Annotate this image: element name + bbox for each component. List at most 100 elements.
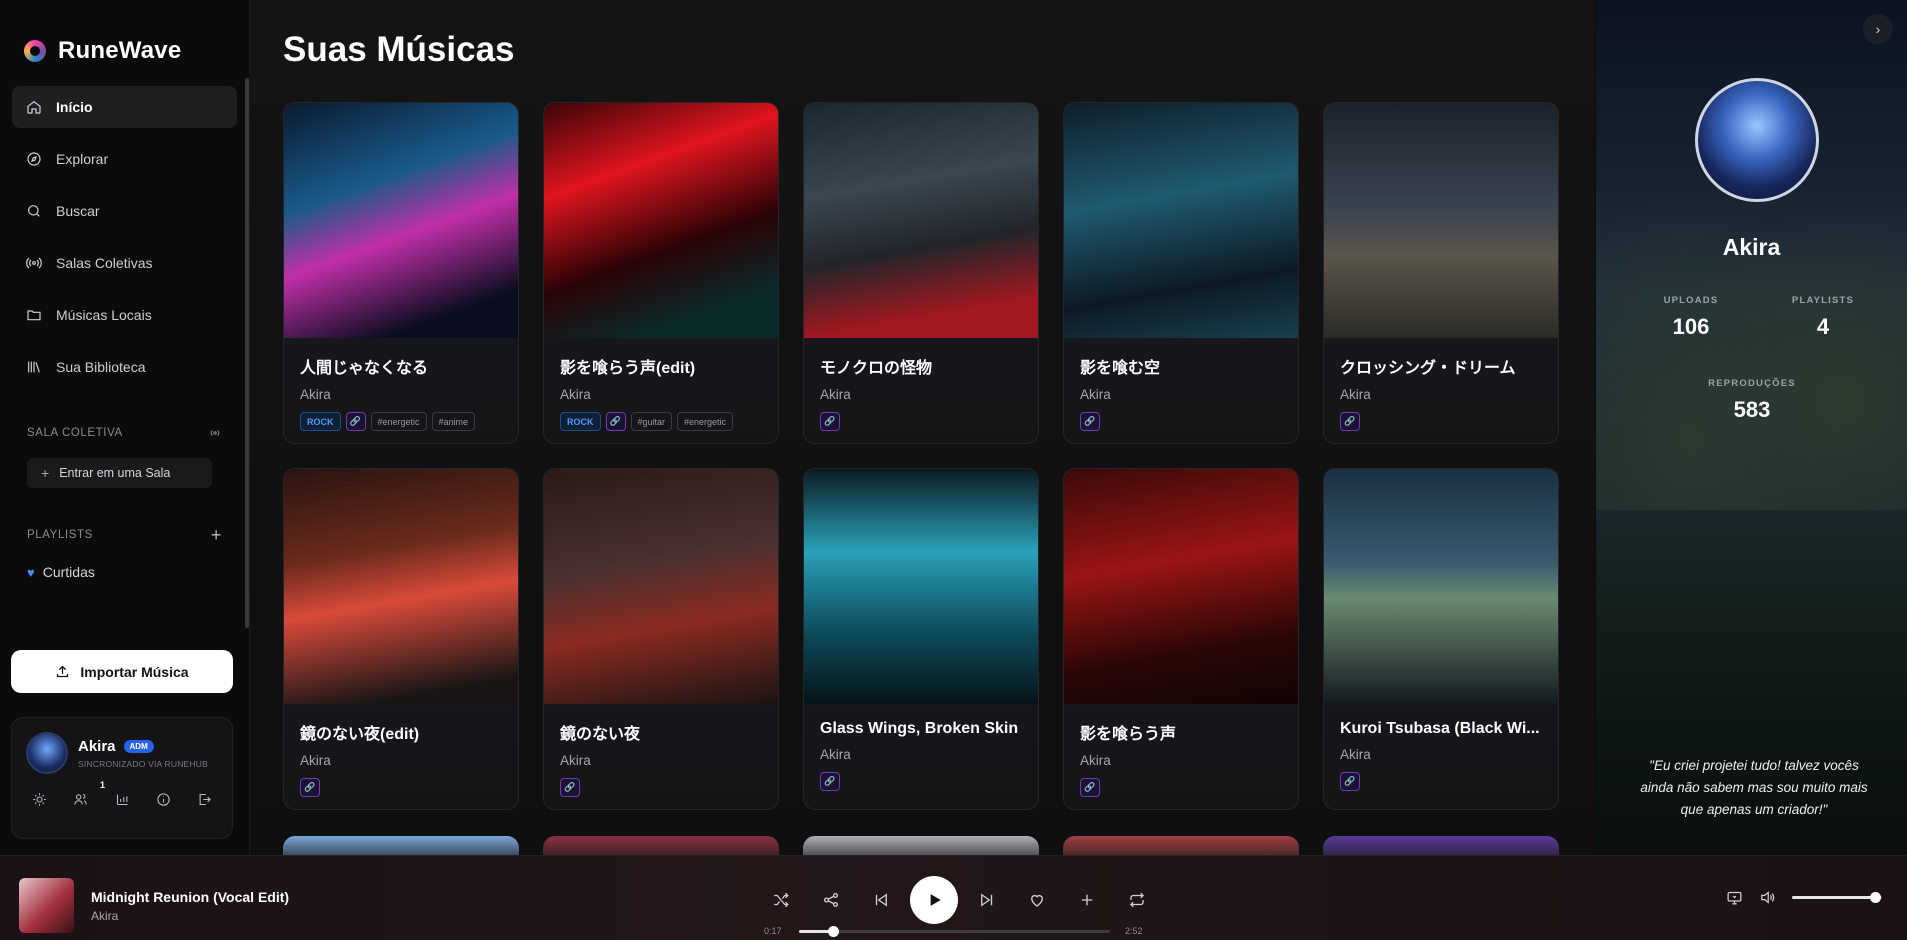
track-card[interactable]: 影を喰らう声 Akira 🔗: [1063, 468, 1299, 810]
track-artist[interactable]: Akira: [560, 387, 762, 402]
sidebar-scrollbar[interactable]: [245, 78, 249, 628]
now-playing-title[interactable]: Midnight Reunion (Vocal Edit): [91, 889, 289, 905]
track-card[interactable]: モノクロの怪物 Akira 🔗: [803, 102, 1039, 444]
genre-tag[interactable]: #anime: [431, 412, 476, 431]
play-button[interactable]: [910, 876, 958, 924]
track-card[interactable]: Glass Wings, Broken Skin Akira 🔗: [803, 468, 1039, 810]
sala-coletiva-heading: SALA COLETIVA: [27, 427, 123, 439]
track-artist[interactable]: Akira: [560, 753, 762, 768]
track-artist[interactable]: Akira: [300, 387, 502, 402]
track-artist[interactable]: Akira: [1080, 387, 1282, 402]
stat-reproducoes: REPRODUÇÕES 583: [1682, 378, 1822, 423]
link-icon[interactable]: 🔗: [820, 772, 840, 791]
add-playlist-icon[interactable]: +: [211, 525, 222, 546]
track-artist[interactable]: Akira: [820, 387, 1022, 402]
nav-item-explorar[interactable]: Explorar: [12, 138, 237, 180]
brand[interactable]: RuneWave: [0, 0, 249, 78]
avatar[interactable]: [26, 732, 68, 774]
volume-area: [1726, 889, 1882, 906]
info-icon[interactable]: [156, 792, 171, 807]
track-cover[interactable]: [1064, 469, 1298, 704]
track-artist[interactable]: Akira: [1080, 753, 1282, 768]
link-icon[interactable]: 🔗: [1080, 778, 1100, 797]
track-artist[interactable]: Akira: [1340, 747, 1542, 762]
now-playing-artist[interactable]: Akira: [91, 909, 118, 923]
playlist-item-curtidas[interactable]: ♥ Curtidas: [27, 564, 222, 580]
track-cover[interactable]: [1324, 469, 1558, 704]
track-card[interactable]: [543, 836, 779, 855]
track-artist[interactable]: Akira: [300, 753, 502, 768]
next-button[interactable]: [962, 878, 1012, 922]
bar-chart-icon[interactable]: [115, 792, 130, 807]
track-cover[interactable]: [544, 103, 778, 338]
sun-icon[interactable]: [32, 792, 47, 807]
link-icon[interactable]: 🔗: [560, 778, 580, 797]
track-card[interactable]: 影を喰む空 Akira 🔗: [1063, 102, 1299, 444]
genre-tag[interactable]: ROCK: [560, 412, 601, 431]
nav-item-buscar[interactable]: Buscar: [12, 190, 237, 232]
track-cover[interactable]: [284, 103, 518, 338]
link-icon[interactable]: 🔗: [820, 412, 840, 431]
track-artist[interactable]: Akira: [820, 747, 1022, 762]
progress-bar[interactable]: [799, 926, 1110, 937]
track-card[interactable]: [1323, 836, 1559, 855]
share-button[interactable]: [806, 878, 856, 922]
add-to-playlist-button[interactable]: [1062, 878, 1112, 922]
profile-quote: "Eu criei projetei tudo! talvez vocês ai…: [1640, 758, 1868, 817]
link-icon[interactable]: 🔗: [1080, 412, 1100, 431]
track-card[interactable]: クロッシング・ドリーム Akira 🔗: [1323, 102, 1559, 444]
track-card[interactable]: Kuroi Tsubasa (Black Wi... Akira 🔗: [1323, 468, 1559, 810]
track-cover[interactable]: [804, 469, 1038, 704]
track-card[interactable]: [803, 836, 1039, 855]
track-card[interactable]: [283, 836, 519, 855]
track-cover[interactable]: [1064, 103, 1298, 338]
nav-item-biblioteca[interactable]: Sua Biblioteca: [12, 346, 237, 388]
track-cover[interactable]: [284, 469, 518, 704]
genre-tag[interactable]: #energetic: [677, 412, 734, 431]
volume-handle[interactable]: [1869, 892, 1881, 903]
track-card[interactable]: [1063, 836, 1299, 855]
genre-tag[interactable]: ROCK: [300, 412, 341, 431]
track-cover[interactable]: [1324, 103, 1558, 338]
previous-button[interactable]: [856, 878, 906, 922]
link-icon[interactable]: 🔗: [1340, 772, 1360, 791]
stat-label: PLAYLISTS: [1791, 295, 1855, 306]
track-cover[interactable]: [804, 103, 1038, 338]
track-cover[interactable]: [544, 469, 778, 704]
profile-avatar[interactable]: [1695, 78, 1819, 202]
volume-icon[interactable]: [1759, 889, 1776, 906]
now-playing-cover[interactable]: [19, 878, 74, 933]
nav-item-inicio[interactable]: Início: [12, 86, 237, 128]
nav-item-salas-coletivas[interactable]: Salas Coletivas: [12, 242, 237, 284]
friends-count-badge: 1: [100, 780, 106, 790]
genre-tag[interactable]: #guitar: [630, 412, 673, 431]
track-tags: 🔗: [1340, 412, 1542, 431]
track-card[interactable]: 人間じゃなくなる Akira ROCK 🔗 #energetic #anime: [283, 102, 519, 444]
playback-controls: [756, 876, 1162, 924]
link-icon[interactable]: 🔗: [300, 778, 320, 797]
stat-value: 106: [1672, 314, 1710, 339]
enter-room-button[interactable]: + Entrar em uma Sala: [27, 458, 212, 488]
link-icon[interactable]: 🔗: [345, 412, 366, 431]
volume-slider[interactable]: [1792, 892, 1882, 903]
like-button[interactable]: [1012, 878, 1062, 922]
stat-label: REPRODUÇÕES: [1708, 378, 1796, 389]
track-artist[interactable]: Akira: [1340, 387, 1542, 402]
broadcast-icon[interactable]: [208, 426, 222, 440]
users-icon[interactable]: [73, 792, 88, 807]
import-music-button[interactable]: Importar Música: [11, 650, 233, 693]
link-icon[interactable]: 🔗: [1340, 412, 1360, 431]
main-content: Suas Músicas 人間じゃなくなる Akira ROCK 🔗 #energeti…: [250, 0, 1595, 855]
progress-handle[interactable]: [828, 926, 840, 937]
device-icon[interactable]: [1726, 889, 1743, 906]
logout-icon[interactable]: [197, 792, 212, 807]
collapse-panel-button[interactable]: ›: [1863, 14, 1893, 44]
track-card[interactable]: 影を喰らう声(edit) Akira ROCK 🔗 #guitar #energetic: [543, 102, 779, 444]
repeat-button[interactable]: [1112, 878, 1162, 922]
shuffle-button[interactable]: [756, 878, 806, 922]
nav-item-musicas-locais[interactable]: Músicas Locais: [12, 294, 237, 336]
track-card[interactable]: 鏡のない夜 Akira 🔗: [543, 468, 779, 810]
track-card[interactable]: 鏡のない夜(edit) Akira 🔗: [283, 468, 519, 810]
genre-tag[interactable]: #energetic: [370, 412, 427, 431]
link-icon[interactable]: 🔗: [605, 412, 626, 431]
